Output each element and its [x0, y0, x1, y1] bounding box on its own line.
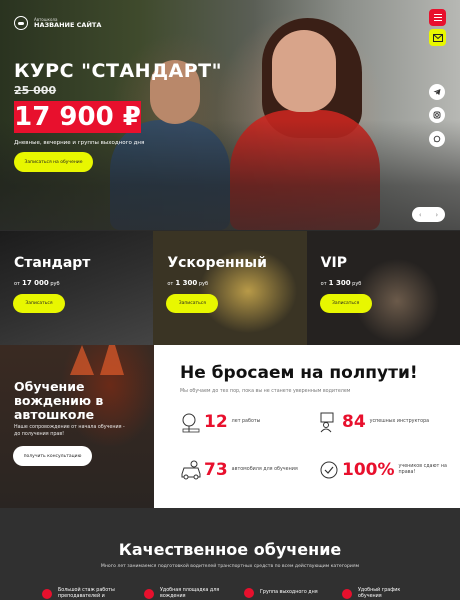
training-block: Обучение вождению в автошколе Наше сопро… — [0, 345, 154, 508]
hero-title: КУРС "СТАНДАРТ" — [14, 60, 222, 82]
hero-photo-woman-head — [272, 30, 336, 112]
logo-name: НАЗВАНИЕ САЙТА — [34, 20, 102, 29]
feature-item: Большой стаж работы преподавателей и — [42, 588, 115, 600]
course-cards: Стандарт от 17 000 руб Записаться Ускорен… — [0, 231, 460, 345]
instagram-button[interactable] — [429, 107, 445, 123]
course-signup-button[interactable]: Записаться — [319, 294, 372, 313]
course-title: Стандарт — [14, 255, 91, 271]
mail-icon — [432, 33, 443, 42]
hero-subtitle: Дневные, вечерние и группы выходного дня — [14, 140, 145, 146]
stat-years: 12 лет работы — [180, 411, 260, 433]
stats-panel: Не бросаем на полпути! Мы обучаем до тех… — [154, 345, 460, 508]
hero-old-price: 25 000 — [14, 84, 57, 97]
instagram-icon — [433, 111, 441, 119]
course-price: от 1 300 руб — [167, 279, 209, 287]
feature-icon — [42, 588, 52, 599]
traffic-cone-image — [70, 345, 94, 375]
slider-nav: ‹ › — [412, 207, 445, 222]
signup-button[interactable]: Записаться на обучение — [14, 152, 93, 172]
site-logo[interactable]: Автошкола НАЗВАНИЕ САЙТА — [14, 16, 101, 30]
chevron-left-icon[interactable]: ‹ — [419, 211, 422, 219]
course-card-vip: VIP от 1 300 руб Записаться — [306, 231, 460, 345]
course-title: VIP — [320, 255, 347, 271]
quality-subtitle: Много лет занимаемся подготовкой водител… — [100, 564, 360, 569]
road-sign-icon — [182, 413, 200, 433]
stats-subtitle: Мы обучаем до тех пор, пока вы не станет… — [180, 389, 351, 394]
stat-number: 100% — [342, 460, 395, 480]
feature-item: Группа выходного дня — [244, 588, 318, 598]
course-card-accelerated: Ускоренный от 1 300 руб Записаться — [153, 231, 307, 345]
hamburger-icon — [433, 13, 442, 15]
training-title: Обучение вождению в автошколе — [14, 379, 104, 423]
traffic-cone-image — [100, 345, 124, 375]
stat-cars: 73 автомобиля для обучения — [180, 459, 298, 481]
consultation-button[interactable]: получить консультацию — [13, 446, 92, 466]
course-title: Ускоренный — [167, 255, 267, 271]
whatsapp-icon — [433, 135, 441, 143]
stat-pass-rate: 100% учеников сдают на права! — [318, 459, 447, 481]
course-signup-button[interactable]: Записаться — [166, 294, 219, 313]
stats-title: Не бросаем на полпути! — [180, 363, 418, 383]
mail-button[interactable] — [429, 29, 446, 46]
license-icon — [320, 461, 338, 479]
feature-item: Удобный график обучения — [342, 588, 400, 600]
stat-label: лет работы — [231, 418, 261, 424]
stat-label: учеников сдают на права! — [398, 463, 447, 475]
stat-label: успешных инструктора — [369, 418, 430, 424]
feature-icon — [342, 588, 352, 599]
training-subtitle: Наше сопровождение от начала обучения - … — [14, 425, 125, 437]
course-price: от 17 000 руб — [14, 279, 60, 287]
hero-banner: Автошкола НАЗВАНИЕ САЙТА КУРС "СТАНДАРТ"… — [0, 0, 460, 230]
instructor-icon — [320, 412, 334, 433]
whatsapp-button[interactable] — [429, 131, 445, 147]
stat-label: автомобиля для обучения — [231, 466, 298, 472]
feature-icon — [144, 588, 154, 599]
telegram-button[interactable] — [429, 84, 445, 100]
course-signup-button[interactable]: Записаться — [13, 294, 65, 313]
hero-photo-car — [0, 120, 460, 230]
quality-section: Качественное обучение Много лет занимаем… — [0, 508, 460, 600]
logo-icon — [14, 16, 28, 30]
stat-number: 73 — [204, 460, 228, 480]
feature-icon — [244, 588, 254, 598]
feature-item: Удобная площадка для вождения — [144, 588, 219, 600]
stat-number: 12 — [204, 412, 228, 432]
course-card-standard: Стандарт от 17 000 руб Записаться — [0, 231, 154, 345]
logo-tagline: Автошкола — [34, 16, 58, 22]
stat-instructors: 84 успешных инструктора — [318, 411, 429, 433]
hero-new-price: 17 900 ₽ — [14, 101, 141, 133]
chevron-right-icon[interactable]: › — [435, 211, 438, 219]
telegram-icon — [433, 89, 441, 95]
course-price: от 1 300 руб — [320, 279, 362, 287]
car-icon — [181, 460, 201, 480]
stat-number: 84 — [342, 412, 366, 432]
quality-title: Качественное обучение — [118, 540, 342, 559]
menu-button[interactable] — [429, 9, 446, 26]
